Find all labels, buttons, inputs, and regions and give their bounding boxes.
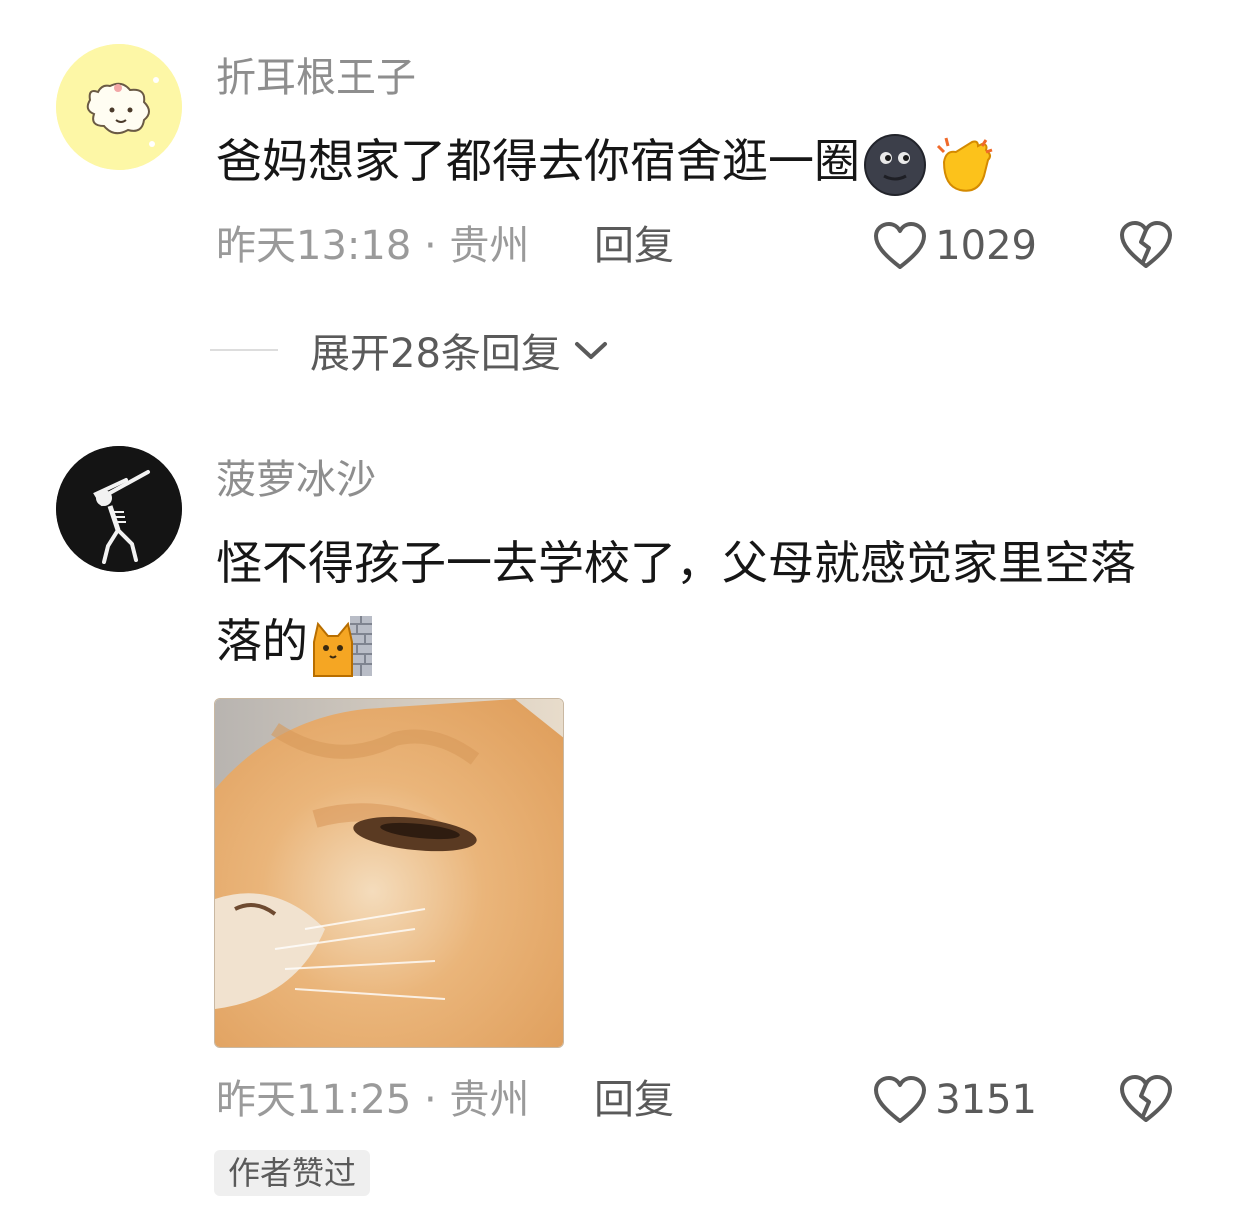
- time-location: 昨天11:25 · 贵州: [216, 1077, 530, 1123]
- comment-text: 怪不得孩子一去学校了，父母就感觉家里空落落的: [216, 524, 1176, 680]
- like-button[interactable]: 1029: [873, 218, 1037, 274]
- reply-button[interactable]: 回复: [594, 218, 674, 274]
- like-count: 3151: [935, 1077, 1037, 1123]
- username[interactable]: 菠萝冰沙: [216, 456, 376, 504]
- expand-replies-label: 展开28条回复: [310, 331, 561, 377]
- divider: [210, 349, 278, 351]
- username[interactable]: 折耳根王子: [216, 54, 416, 102]
- expand-replies-button[interactable]: 展开28条回复: [210, 322, 609, 378]
- broken-heart-icon: [1120, 1075, 1172, 1122]
- avatar[interactable]: [56, 44, 182, 170]
- like-count: 1029: [935, 223, 1037, 269]
- comment-image[interactable]: [214, 698, 564, 1048]
- time-location: 昨天13:18 · 贵州: [216, 223, 530, 269]
- comment-text: 爸妈想家了都得去你宿舍逛一圈: [216, 122, 1176, 200]
- cartoon-puppy-avatar-icon: [56, 44, 182, 170]
- cat-photo-image: [215, 699, 563, 1047]
- author-liked-badge: 作者赞过: [214, 1150, 371, 1196]
- comment-meta: 昨天11:25 · 贵州 回复 3151: [216, 1072, 1239, 1128]
- reply-button[interactable]: 回复: [594, 1072, 674, 1128]
- dislike-button[interactable]: [1119, 1074, 1173, 1139]
- heart-icon: [874, 222, 927, 269]
- cat-peeking-emoji-icon: [313, 615, 372, 677]
- heart-icon: [874, 1076, 927, 1123]
- comment-section: 折耳根王子 爸妈想家了都得去你宿舍逛一圈 昨天13:18 · 贵州 回复 102…: [0, 0, 1239, 1228]
- dabbing-skeleton-avatar-icon: [56, 446, 182, 572]
- clapping-hands-emoji-icon: [936, 137, 993, 192]
- dislike-button[interactable]: [1119, 220, 1173, 285]
- broken-heart-icon: [1120, 221, 1172, 268]
- avatar[interactable]: [56, 446, 182, 572]
- comment-meta: 昨天13:18 · 贵州 回复 1029: [216, 218, 1239, 274]
- chevron-down-icon: [574, 342, 607, 359]
- new-moon-face-emoji-icon: [864, 133, 926, 196]
- like-button[interactable]: 3151: [873, 1072, 1037, 1128]
